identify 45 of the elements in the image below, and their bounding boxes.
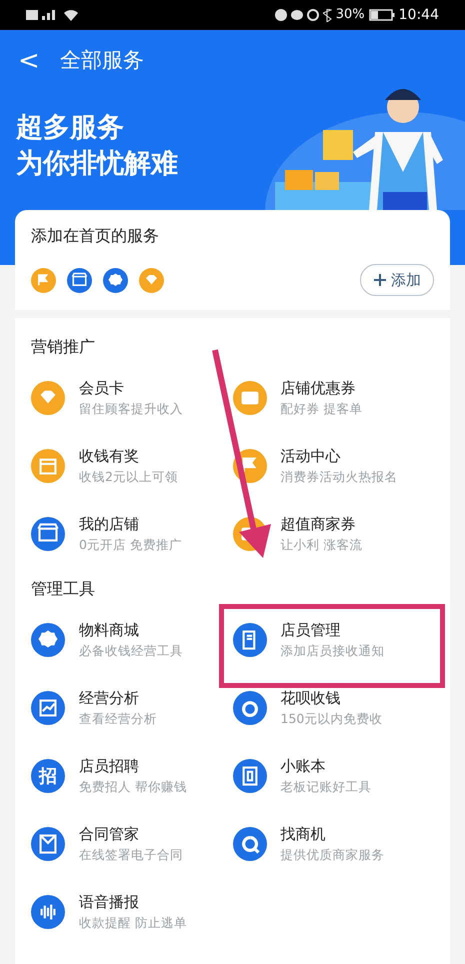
service-name[interactable]: 找商机: [280, 824, 384, 845]
service-description: 收钱2元以上可领: [79, 468, 178, 486]
banner-headline: 为你排忧解难: [16, 147, 179, 181]
service-description: 收款提醒 防止逃单: [79, 914, 187, 932]
banner-headline: 超多服务: [16, 111, 125, 145]
service-name[interactable]: 花呗收钱: [280, 688, 382, 709]
back-button[interactable]: <: [18, 48, 40, 74]
service-name[interactable]: 我的店铺: [79, 514, 182, 535]
service-name[interactable]: 店员招聘: [79, 756, 187, 777]
service-description: 0元开店 免费推广: [79, 536, 182, 554]
service-name[interactable]: 物料商城: [79, 620, 183, 641]
service-description: 必备收钱经营工具: [79, 642, 183, 660]
service-name[interactable]: 合同管家: [79, 824, 183, 845]
service-description: 老板记账好工具: [280, 778, 372, 796]
service-description: 150元以内免费收: [280, 710, 382, 728]
service-name[interactable]: 店铺优惠券: [280, 378, 362, 399]
service-name[interactable]: 店员管理: [280, 620, 384, 641]
section-title: 营销推广: [31, 336, 96, 358]
page-title: 全部服务: [60, 47, 144, 74]
service-description: 在线签署电子合同: [79, 846, 183, 864]
service-description: 留住顾客提升收入: [79, 400, 183, 418]
service-description: 免费招人 帮你赚钱: [79, 778, 187, 796]
plus-icon: [373, 273, 387, 287]
service-description: 添加店员接收通知: [280, 642, 384, 660]
service-name[interactable]: 经营分析: [79, 688, 157, 709]
service-description: 让小利 涨客流: [280, 536, 362, 554]
bluetooth-icon: [322, 8, 332, 22]
service-name[interactable]: 活动中心: [280, 446, 398, 467]
service-name[interactable]: 语音播报: [79, 892, 187, 913]
section-title: 管理工具: [31, 578, 96, 600]
service-description: 查看经营分析: [79, 710, 157, 728]
alarm-icon: [306, 9, 319, 21]
service-description: 提供优质商家服务: [280, 846, 384, 864]
service-name[interactable]: 超值商家券: [280, 514, 362, 535]
service-description: 消费券活动火热报名: [280, 468, 398, 486]
recruit-icon: 招: [31, 759, 65, 793]
battery-icon: [368, 9, 395, 21]
add-button[interactable]: 添加: [360, 264, 434, 296]
battery-percent: 30%: [336, 6, 365, 24]
service-name[interactable]: 小账本: [280, 756, 372, 777]
service-name[interactable]: 收钱有奖: [79, 446, 178, 467]
clock-time: 10:44: [398, 6, 439, 24]
section-title: 添加在首页的服务: [31, 225, 160, 247]
service-description: 配好券 提客单: [280, 400, 362, 418]
service-name[interactable]: 会员卡: [79, 378, 183, 399]
